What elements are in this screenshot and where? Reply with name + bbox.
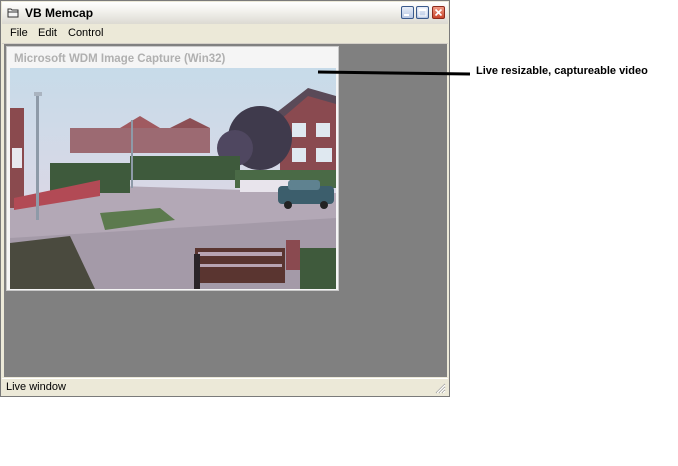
callout-label: Live resizable, captureable video [476,65,648,77]
